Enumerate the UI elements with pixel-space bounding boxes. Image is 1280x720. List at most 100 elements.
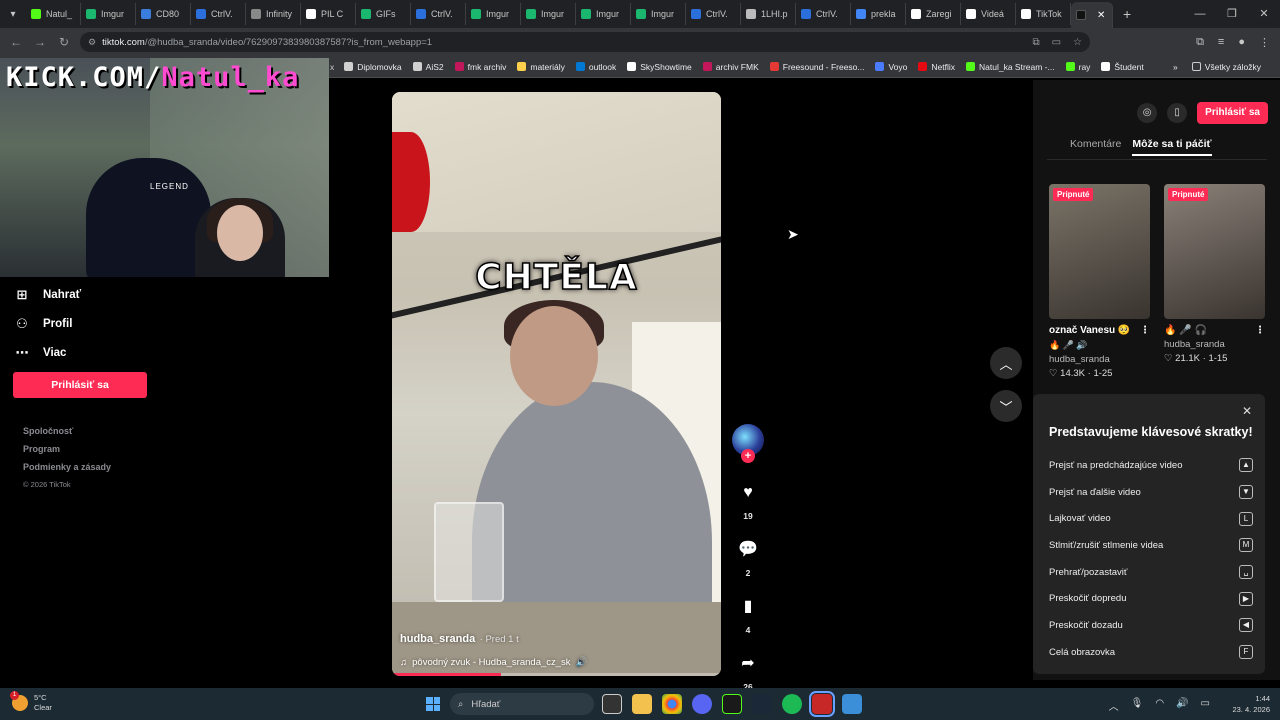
all-bookmarks[interactable]: Všetky záložky [1191,62,1261,72]
browser-tab[interactable]: TikTok [1016,3,1071,25]
bookmark-star-icon[interactable]: ☆ [1073,37,1082,48]
bookmark-item[interactable]: Freesound - Freeso... [769,62,864,72]
bookmark-item[interactable]: Natul_ka Stream -... [966,62,1055,72]
tab-recommended[interactable]: Môže sa ti páčiť [1132,138,1212,156]
steam-icon[interactable] [752,694,772,714]
browser-tab[interactable]: Infinity [246,3,301,25]
heart-icon[interactable]: ♥ [733,478,763,508]
browser-tab[interactable]: Videá [961,3,1016,25]
browser-tab[interactable]: CtrlV. [411,3,466,25]
device-icon[interactable]: ▯ [1167,103,1188,123]
sidebar-item-more[interactable]: ⋯ Viac [14,338,154,367]
bookmark-item[interactable]: materiály [517,62,565,72]
discord-icon[interactable] [692,694,712,714]
comment-icon[interactable]: 💬 [733,535,763,565]
forward-button[interactable]: → [28,35,52,49]
task-view-icon[interactable] [602,694,622,714]
browser-tab[interactable]: Imgur [631,3,686,25]
video-player[interactable]: CHTĚLA hudba_sranda · Pred 1 t ♫ pôvodný … [392,92,721,676]
link-company[interactable]: Spoločnosť [23,426,111,444]
media-icon[interactable]: ≡ [1218,36,1224,49]
previous-video-button[interactable]: ︿ [990,347,1022,379]
bookmark-item[interactable]: Netflix [918,62,955,72]
follow-plus-icon[interactable]: + [741,449,755,463]
weather-widget[interactable]: 1 5°C Clear [10,691,52,713]
site-info-icon[interactable]: ⚙ [88,37,96,48]
reload-button[interactable]: ↻ [52,35,76,49]
sidebar-item-profile[interactable]: ⚇ Profil [14,309,154,338]
close-tab-icon[interactable]: ✕ [1097,10,1105,21]
chrome-icon[interactable] [662,694,682,714]
bookmarks-more-icon[interactable]: » [1173,62,1178,72]
browser-tab[interactable]: CD80 [136,3,191,25]
recommended-card[interactable]: Pripnuté 🔥 🎤 🎧 ⋮ hudba_sranda ♡ 21.1K · 1… [1164,184,1265,364]
back-button[interactable]: ← [4,35,28,49]
card-author[interactable]: hudba_sranda [1164,339,1265,350]
login-button[interactable]: Prihlásiť sa [13,372,147,398]
bookmark-item[interactable]: SkyShowtime [627,62,692,72]
browser-tab[interactable]: Natul_ [26,3,81,25]
video-sound[interactable]: ♫ pôvodný zvuk - Hudba_sranda_cz_sk 🔊 [400,657,710,668]
battery-icon[interactable]: ▭ [1201,698,1210,713]
bookmark-item[interactable]: ray [1065,62,1090,72]
bookmark-item[interactable]: Voyo [875,62,907,72]
browser-tab[interactable]: CtrlV. [796,3,851,25]
bookmark-icon[interactable]: ▮ [733,592,763,622]
card-more-icon[interactable]: ⋮ [1140,325,1150,336]
clock[interactable]: 1:44 23. 4. 2026 [1232,693,1270,715]
browser-tab[interactable]: Imgur [576,3,631,25]
card-thumbnail[interactable]: Pripnuté [1049,184,1150,319]
browser-tab[interactable]: prekla [851,3,906,25]
card-more-icon[interactable]: ⋮ [1255,325,1265,336]
share-icon[interactable]: ➦ [733,649,763,679]
translate-icon[interactable]: ⧉ [1032,37,1039,48]
spotify-icon[interactable] [782,694,802,714]
browser-tab[interactable]: GIFs [356,3,411,25]
taskbar-search[interactable]: ⌕ Hľadať [450,693,594,715]
bookmark-item[interactable]: Diplomovka [344,62,402,72]
new-tab-button[interactable]: + [1123,6,1131,22]
video-author[interactable]: hudba_sranda [400,633,475,645]
tab-search-icon[interactable]: ▾ [0,0,26,28]
coin-icon[interactable]: ◎ [1137,103,1158,123]
card-thumbnail[interactable]: Pripnuté [1164,184,1265,319]
menu-icon[interactable]: ⋮ [1259,36,1270,49]
start-button[interactable] [426,697,440,711]
next-video-button[interactable]: ﹀ [990,390,1022,422]
tab-active-tiktok[interactable]: ✕ [1071,2,1113,28]
bookmark-item[interactable]: AiS2 [412,62,444,72]
app-icon[interactable] [842,694,862,714]
address-bar[interactable]: ⚙ tiktok.com/@hudba_sranda/video/7629097… [80,32,1090,52]
bookmark-item[interactable]: fmk archiv [454,62,506,72]
kick-app-icon[interactable] [722,694,742,714]
close-window-button[interactable]: ✕ [1248,0,1280,28]
bookmark-item[interactable]: archiv FMK [702,62,759,72]
bookmark-item[interactable]: outlook [575,62,616,72]
sidebar-item-upload[interactable]: ⊞ Nahrať [14,280,154,309]
browser-tab[interactable]: Imgur [521,3,576,25]
link-terms[interactable]: Podmienky a zásady [23,462,111,480]
tray-chevron-icon[interactable]: ︿ [1109,698,1119,713]
browser-tab[interactable]: PIL C [301,3,356,25]
cast-icon[interactable]: ▭ [1052,37,1061,48]
microphone-icon[interactable]: 🎙 [1131,698,1144,713]
browser-tab[interactable]: CtrlV. [686,3,741,25]
header-login-button[interactable]: Prihlásiť sa [1197,102,1268,124]
extensions-icon[interactable]: ⧉ [1196,36,1204,49]
video-progress-bar[interactable] [392,673,721,676]
bookmarks-overflow-left[interactable]: x [330,62,334,72]
tab-comments[interactable]: Komentáre [1070,138,1121,156]
close-icon[interactable]: ✕ [1242,404,1252,418]
browser-tab[interactable]: Imgur [81,3,136,25]
restore-button[interactable]: ❐ [1216,0,1248,28]
bookmark-item[interactable]: Študent [1101,62,1144,72]
browser-tab[interactable]: 1LHI.p [741,3,796,25]
card-author[interactable]: hudba_sranda [1049,354,1150,365]
browser-tab[interactable]: CtrlV. [191,3,246,25]
browser-tab[interactable]: Imgur [466,3,521,25]
volume-icon[interactable]: 🔊 [1176,698,1188,713]
minimize-button[interactable]: — [1184,0,1216,28]
browser-tab[interactable]: Zaregi [906,3,961,25]
link-program[interactable]: Program [23,444,111,462]
author-avatar[interactable]: + [732,424,764,463]
